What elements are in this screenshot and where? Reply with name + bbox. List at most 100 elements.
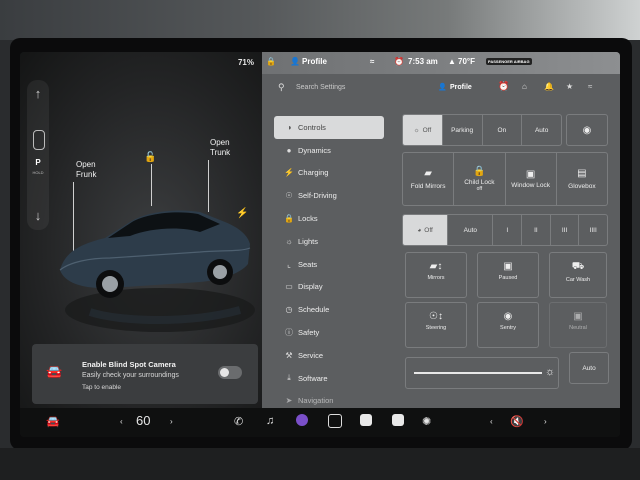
toggle-icon: ◑ — [286, 122, 292, 132]
search-row: ⚲ Search Settings 👤 Profile ⏰ ⌂ 🔔 ★ ≈ — [262, 78, 620, 100]
option-label: Window Lock — [511, 182, 550, 189]
wrench-icon: ⚒ — [285, 350, 293, 360]
car-icon[interactable]: 🚘 — [46, 415, 60, 428]
phone-icon[interactable]: ✆ — [234, 415, 243, 428]
seat-icon: ⌞ — [287, 259, 291, 269]
menu-item-dynamics[interactable]: ● Dynamics — [274, 139, 384, 162]
search-input[interactable]: Search Settings — [296, 84, 345, 91]
dashcam-icon: ▣ — [503, 261, 513, 272]
menu-label: Controls — [298, 122, 326, 132]
glovebox-button[interactable]: ▤ Glovebox — [557, 153, 607, 205]
unlock-icon[interactable]: 🔓 — [144, 152, 156, 163]
lock-icon[interactable]: 🔒 — [266, 57, 276, 66]
open-frunk-button[interactable]: Open Frunk — [76, 160, 96, 180]
temp-down-button[interactable]: ‹ — [120, 417, 123, 426]
background-top — [0, 0, 640, 40]
profile-icon[interactable]: 👤 — [290, 57, 300, 66]
sentry-icon: ◉ — [503, 311, 513, 322]
wipers-auto[interactable]: Auto — [448, 215, 494, 245]
menu-item-service[interactable]: ⚒ Service — [274, 344, 384, 367]
blind-spot-banner[interactable]: 🚘 Enable Blind Spot Camera Easily check … — [32, 344, 258, 404]
seat-heater-icon[interactable] — [360, 414, 372, 426]
menu-item-self-driving[interactable]: ☉ Self-Driving — [274, 184, 384, 207]
gear-shifter[interactable]: ↑ P HOLD ↓ — [27, 80, 49, 230]
fog-light-button[interactable]: ◉ — [566, 114, 608, 146]
volume-down-button[interactable]: ‹ — [490, 417, 493, 426]
wipers-speed-2[interactable]: II — [522, 215, 551, 245]
sentry-tile[interactable]: ◉ Sentry — [477, 302, 539, 348]
menu-item-seats[interactable]: ⌞ Seats — [274, 253, 384, 276]
menu-item-charging[interactable]: ⚡ Charging — [274, 162, 384, 185]
defrost-icon[interactable] — [392, 414, 404, 426]
menu-label: Charging — [298, 168, 329, 178]
menu-label: Schedule — [298, 305, 330, 315]
bluetooth-icon[interactable]: ★ — [566, 82, 573, 91]
profile-name[interactable]: Profile — [450, 84, 472, 91]
lock-icon: 🔒 — [473, 166, 486, 177]
fan-icon[interactable]: ✺ — [422, 415, 431, 428]
search-icon[interactable]: ⚲ — [278, 82, 285, 93]
blind-spot-title: Enable Blind Spot Camera — [82, 360, 176, 369]
camera-app-icon[interactable] — [296, 414, 308, 426]
wipers-speed-3[interactable]: III — [551, 215, 580, 245]
alarm-icon[interactable]: ⏰ — [498, 81, 509, 92]
neutral-icon: ▣ — [573, 311, 583, 322]
headlights-parking[interactable]: Parking — [443, 115, 483, 145]
headlight-icon: ☼ — [413, 126, 420, 134]
menu-item-schedule[interactable]: ◷ Schedule — [274, 298, 384, 321]
car-wash-tile[interactable]: ⛟ Car Wash — [549, 252, 607, 298]
window-lock-button[interactable]: ▣ Window Lock — [506, 153, 557, 205]
car-panel: 71% ↑ P HOLD ↓ Open Frunk Open Trunk 🔓 ⚡… — [20, 52, 262, 408]
mirrors-adjust-tile[interactable]: ▰↕ Mirrors — [405, 252, 467, 298]
wipers-speed-1[interactable]: I — [493, 215, 523, 245]
neutral-tile[interactable]: ▣ Neutral — [549, 302, 607, 348]
settings-panel: ⚲ Search Settings 👤 Profile ⏰ ⌂ 🔔 ★ ≈ ◑ C… — [262, 52, 620, 408]
bell-icon[interactable]: 🔔 — [544, 82, 554, 91]
menu-item-safety[interactable]: ⓘ Safety — [274, 321, 384, 344]
mute-icon[interactable]: 🔇 — [510, 415, 524, 428]
wipers-speed-4[interactable]: IIII — [579, 215, 607, 245]
menu-label: Self-Driving — [298, 191, 337, 201]
open-trunk-button[interactable]: Open Trunk — [210, 138, 230, 158]
menu-label: Software — [298, 373, 328, 383]
child-lock-button[interactable]: 🔒 Child Lock off — [454, 153, 506, 205]
blind-spot-toggle[interactable] — [218, 366, 242, 379]
menu-item-controls[interactable]: ◑ Controls — [274, 116, 384, 139]
menu-label: Seats — [298, 259, 318, 269]
car-wash-icon: ⛟ — [571, 261, 585, 272]
headlights-off[interactable]: ☼ Off — [403, 115, 443, 145]
dashcam-tile[interactable]: ▣ Paused — [477, 252, 539, 298]
music-icon[interactable]: ♫ — [266, 415, 274, 427]
menu-item-display[interactable]: ▭ Display — [274, 276, 384, 299]
brightness-auto-button[interactable]: Auto — [569, 352, 609, 384]
temp-up-button[interactable]: › — [170, 417, 173, 426]
headlights-on[interactable]: On — [483, 115, 523, 145]
menu-label: Lights — [298, 236, 319, 246]
wifi-icon[interactable]: ≈ — [588, 82, 592, 91]
garage-icon[interactable]: ⌂ — [522, 82, 527, 91]
wipers-off[interactable]: ◕ Off — [403, 215, 449, 245]
mirror-adjust-icon: ▰↕ — [429, 261, 443, 272]
arrow-down-icon[interactable]: ↓ — [27, 208, 49, 223]
arrow-up-icon[interactable]: ↑ — [27, 86, 49, 101]
brightness-slider[interactable]: ☼ — [405, 357, 559, 389]
touchscreen: 71% ↑ P HOLD ↓ Open Frunk Open Trunk 🔓 ⚡… — [20, 52, 620, 437]
fold-mirrors-button[interactable]: ▰ Fold Mirrors — [403, 153, 455, 205]
menu-item-locks[interactable]: 🔒 Locks — [274, 207, 384, 230]
menu-item-software[interactable]: ⤓ Software — [274, 367, 384, 390]
steering-adjust-tile[interactable]: ☉↕ Steering — [405, 302, 467, 348]
menu-item-lights[interactable]: ☼ Lights — [274, 230, 384, 253]
more-apps-icon[interactable] — [328, 414, 342, 428]
option-label: Child Lock — [464, 179, 495, 186]
volume-up-button[interactable]: › — [544, 417, 547, 426]
blind-spot-subtitle: Easily check your surroundings — [82, 372, 179, 379]
child-lock-state: off — [476, 186, 483, 192]
steering-adjust-icon: ☉↕ — [429, 311, 443, 322]
status-bar: 🔒 👤 Profile ≈ ⏰ 7:53 am ▲ 70°F PASSENGER… — [262, 52, 620, 74]
headlights-selector[interactable]: ☼ Off Parking On Auto — [402, 114, 562, 146]
wipers-selector[interactable]: ◕ Off Auto I II III IIII — [402, 214, 608, 246]
profile-icon[interactable]: 👤 — [438, 83, 447, 91]
headlights-auto[interactable]: Auto — [522, 115, 561, 145]
status-profile[interactable]: Profile — [302, 57, 327, 66]
tile-label: Mirrors — [427, 275, 445, 281]
